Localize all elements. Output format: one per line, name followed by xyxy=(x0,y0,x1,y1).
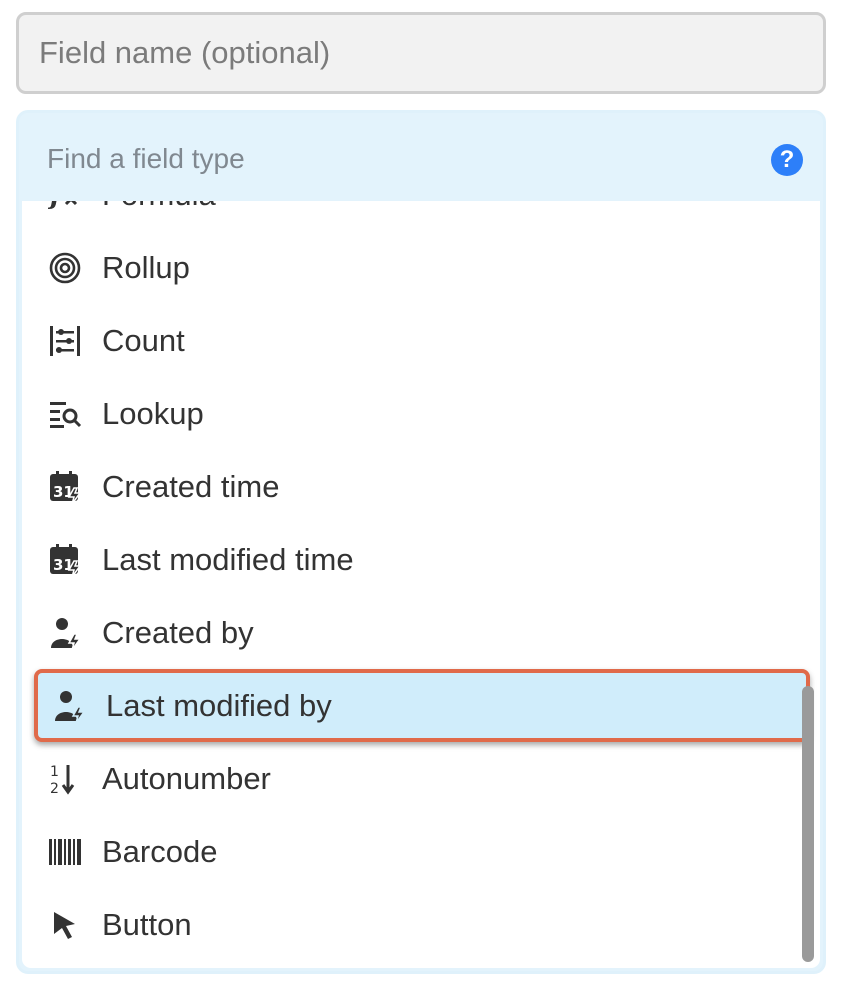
field-type-button[interactable]: Button xyxy=(22,888,820,961)
user-bolt-icon xyxy=(52,689,86,723)
field-type-label: Last modified by xyxy=(106,687,332,723)
formula-icon: ƒ xyxy=(48,201,82,212)
field-type-last-modified-time[interactable]: 31 Last modified time xyxy=(22,523,820,596)
cursor-icon xyxy=(48,908,82,942)
field-type-rollup[interactable]: Rollup xyxy=(22,231,820,304)
field-type-label: Lookup xyxy=(102,395,204,431)
field-type-created-time[interactable]: 31 Created time xyxy=(22,450,820,523)
count-icon xyxy=(48,324,82,358)
field-type-label: Created by xyxy=(102,614,254,650)
field-type-formula[interactable]: ƒ Formula xyxy=(22,201,820,231)
svg-text:31: 31 xyxy=(53,483,74,501)
field-type-search-input[interactable] xyxy=(29,113,749,205)
svg-text:31: 31 xyxy=(53,556,74,574)
calendar-bolt-icon: 31 xyxy=(48,543,82,577)
autonumber-icon: 12 xyxy=(48,762,82,796)
svg-text:2: 2 xyxy=(50,781,59,796)
barcode-icon xyxy=(48,835,82,869)
field-type-label: Rollup xyxy=(102,249,190,285)
calendar-bolt-icon: 31 xyxy=(48,470,82,504)
field-type-search-row: ? xyxy=(19,113,823,205)
field-name-input[interactable] xyxy=(16,12,826,94)
rollup-icon xyxy=(48,251,82,285)
svg-text:1: 1 xyxy=(50,764,59,780)
field-type-label: Last modified time xyxy=(102,541,354,577)
field-type-label: Autonumber xyxy=(102,760,271,796)
field-type-count[interactable]: Count xyxy=(22,304,820,377)
help-icon[interactable]: ? xyxy=(771,144,803,176)
field-type-last-modified-by[interactable]: Last modified by xyxy=(34,669,810,742)
field-type-label: Created time xyxy=(102,468,280,504)
field-type-list: ƒ Formula Rollup Count Look xyxy=(22,201,820,968)
field-type-autonumber[interactable]: 12 Autonumber xyxy=(22,742,820,815)
lookup-icon xyxy=(48,397,82,431)
field-type-label: Count xyxy=(102,322,185,358)
field-type-picker: ? ƒ Formula Rollup Count xyxy=(16,110,826,974)
user-bolt-icon xyxy=(48,616,82,650)
field-type-created-by[interactable]: Created by xyxy=(22,596,820,669)
field-type-barcode[interactable]: Barcode xyxy=(22,815,820,888)
list-scrollbar[interactable] xyxy=(802,686,814,962)
field-type-lookup[interactable]: Lookup xyxy=(22,377,820,450)
field-type-label: Button xyxy=(102,906,192,942)
field-type-label: Formula xyxy=(102,201,216,213)
field-type-label: Barcode xyxy=(102,833,218,869)
svg-text:ƒ: ƒ xyxy=(48,201,65,211)
